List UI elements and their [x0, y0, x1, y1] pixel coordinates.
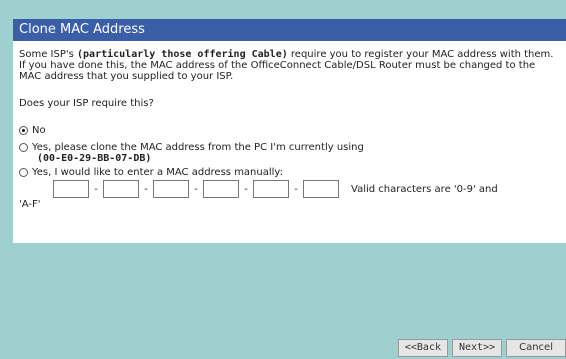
mac-separator: - [294, 183, 298, 195]
valid-chars-hint-tail: 'A-F' [19, 199, 41, 210]
next-button[interactable]: Next>> [451, 339, 503, 357]
intro-text-emphasis: (particularly those offering Cable) [77, 49, 288, 60]
option-no-label: No [32, 125, 46, 136]
mac-field-3[interactable] [153, 180, 189, 198]
mac-field-4[interactable] [203, 180, 239, 198]
mac-separator: - [94, 183, 98, 195]
option-clone-pc[interactable]: Yes, please clone the MAC address from t… [19, 142, 560, 153]
clone-mac-panel: Clone MAC Address Some ISP's (particular… [13, 19, 566, 243]
mac-field-1[interactable] [53, 180, 89, 198]
isp-question: Does your ISP require this? [19, 98, 154, 109]
panel-title: Clone MAC Address [13, 19, 566, 41]
mac-separator: - [144, 183, 148, 195]
mac-field-6[interactable] [303, 180, 339, 198]
option-manual[interactable]: Yes, I would like to enter a MAC address… [19, 167, 560, 178]
intro-text-part-1: Some ISP's [19, 49, 78, 60]
cancel-button[interactable]: Cancel [506, 339, 566, 357]
radio-manual[interactable] [19, 168, 28, 177]
mac-entry-row: - - - - - Valid characters are '0-9' and [53, 180, 560, 198]
back-button[interactable]: <<Back [397, 339, 448, 357]
option-clone-pc-label: Yes, please clone the MAC address from t… [32, 142, 364, 153]
valid-chars-hint: Valid characters are '0-9' and [351, 183, 498, 195]
wizard-button-bar: <<Back Next>> Cancel [397, 339, 566, 357]
option-manual-label: Yes, I would like to enter a MAC address… [32, 167, 283, 178]
current-mac-address: (00-E0-29-BB-07-DB) [37, 153, 152, 164]
radio-no[interactable] [19, 126, 28, 135]
radio-clone-pc[interactable] [19, 143, 28, 152]
option-no[interactable]: No [19, 125, 560, 136]
intro-text: Some ISP's (particularly those offering … [19, 49, 560, 82]
mac-separator: - [194, 183, 198, 195]
mac-field-2[interactable] [103, 180, 139, 198]
panel-body: Some ISP's (particularly those offering … [13, 41, 566, 211]
mac-separator: - [244, 183, 248, 195]
mac-field-5[interactable] [253, 180, 289, 198]
